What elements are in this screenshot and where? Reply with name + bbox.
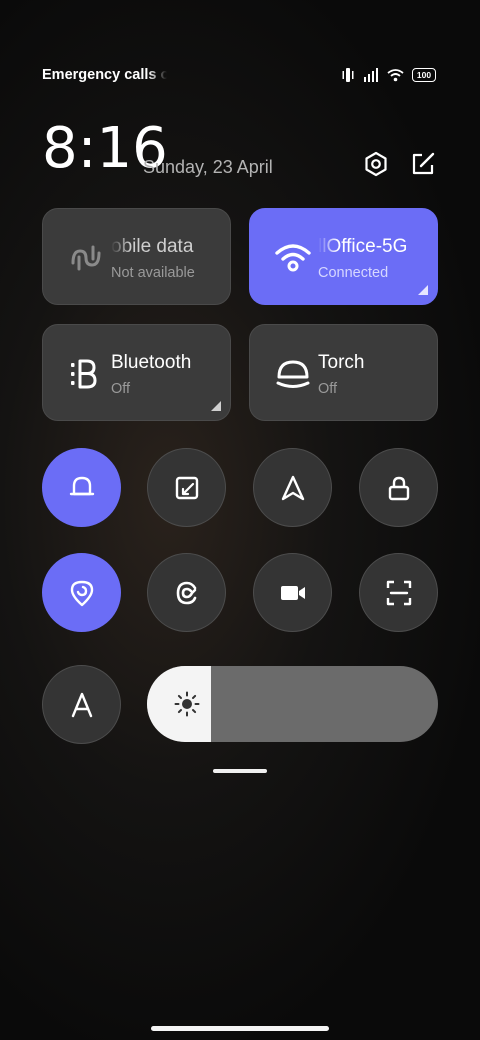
tile-torch-title: Torch (318, 352, 365, 373)
torch-icon (276, 360, 310, 388)
brightness-slider[interactable] (147, 666, 438, 742)
signal-icon (364, 68, 378, 82)
video-camera-icon (280, 585, 305, 600)
date: Sunday, 23 April (143, 157, 273, 177)
rotation-lock-icon (175, 476, 198, 499)
control-center: Emergency calls o 100 8:16 Sunday, 23 Ap… (0, 0, 480, 1040)
location-icon (70, 580, 93, 606)
wifi-icon (275, 244, 311, 272)
tile-mobile-data-subtitle: Not available (111, 265, 195, 281)
carrier-status-text: Emergency calls o (42, 67, 167, 83)
navigation-arrow-icon (281, 475, 304, 500)
screen-recorder-toggle[interactable] (253, 553, 332, 632)
mobile-data-icon (71, 245, 101, 271)
wifi-status-icon (387, 69, 404, 82)
edit-icon[interactable] (409, 150, 437, 178)
expand-corner-icon[interactable] (211, 401, 221, 411)
tile-torch-subtitle: Off (318, 381, 338, 397)
tile-mobile-data[interactable]: obile data Not available (42, 208, 231, 305)
settings-icon[interactable] (362, 150, 390, 178)
tile-wifi-subtitle: Connected (318, 265, 389, 281)
navigation-toggle[interactable] (253, 448, 332, 527)
lock-icon (388, 476, 409, 500)
lock-toggle[interactable] (359, 448, 438, 527)
battery-level: 100 (416, 70, 432, 80)
gesture-nav-bar[interactable] (151, 1026, 329, 1031)
location-toggle[interactable] (42, 553, 121, 632)
auto-brightness-icon (71, 692, 92, 717)
scanner-toggle[interactable] (359, 553, 438, 632)
tile-wifi[interactable]: llOffice-5G Connected (249, 208, 438, 305)
tile-wifi-title: llOffice-5G (318, 236, 408, 257)
expand-corner-icon[interactable] (418, 285, 428, 295)
bluetooth-icon (71, 359, 97, 389)
status-icons: 100 (341, 66, 436, 84)
tile-mobile-data-title: obile data (111, 236, 194, 257)
bell-icon (69, 476, 94, 495)
reading-mode-toggle[interactable] (147, 553, 226, 632)
tile-torch[interactable]: Torch Off (249, 324, 438, 421)
tile-bluetooth-title: Bluetooth (111, 352, 192, 373)
reading-mode-icon (176, 581, 196, 604)
scan-icon (386, 580, 411, 605)
rotation-lock-toggle[interactable] (147, 448, 226, 527)
vibrate-icon (342, 68, 354, 82)
battery-icon: 100 (412, 68, 436, 82)
auto-brightness-button[interactable] (42, 665, 121, 744)
sun-icon (174, 691, 200, 717)
sound-toggle[interactable] (42, 448, 121, 527)
drag-handle[interactable] (213, 769, 267, 773)
tile-bluetooth[interactable]: Bluetooth Off (42, 324, 231, 421)
tile-bluetooth-subtitle: Off (111, 381, 131, 397)
